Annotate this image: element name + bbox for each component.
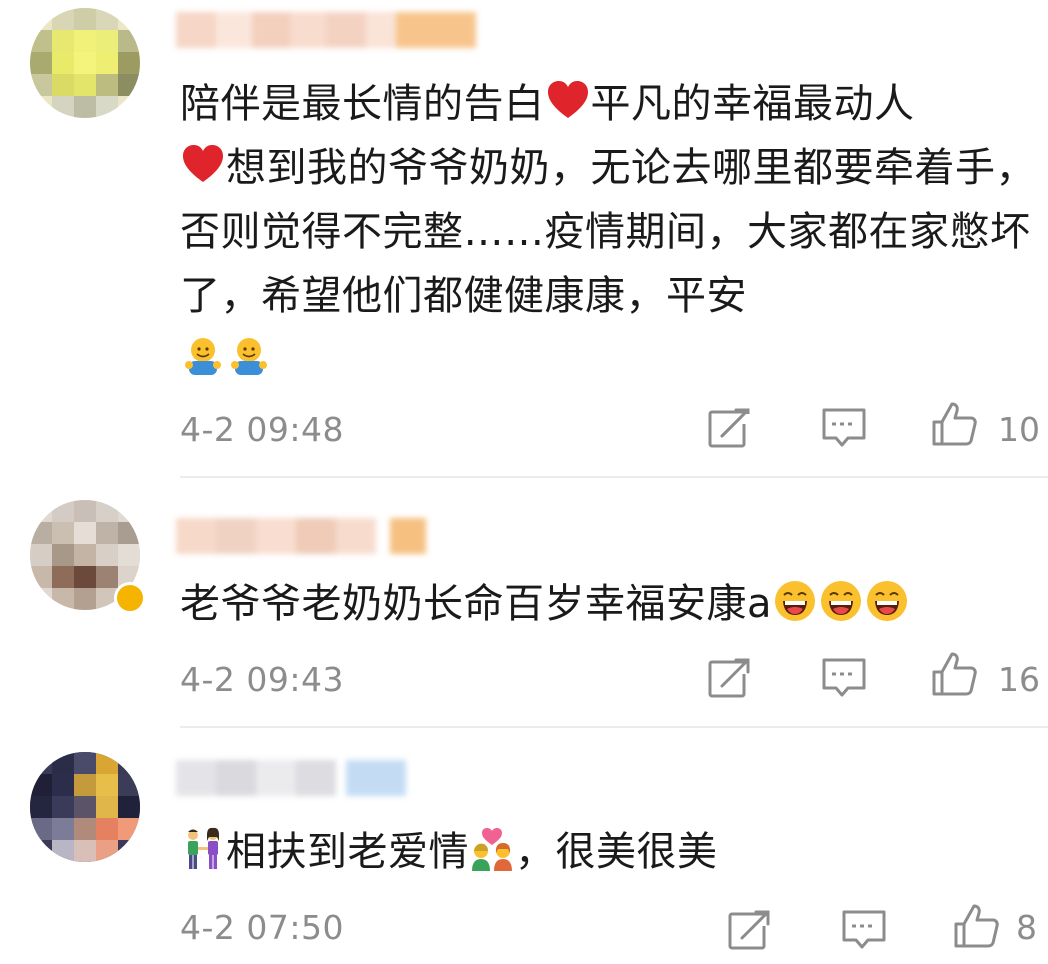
comment-text-part: 平凡的幸福最动人 (590, 81, 915, 127)
like-count: 16 (998, 660, 1040, 699)
share-icon[interactable] (726, 906, 774, 954)
red-heart-emoji (547, 81, 588, 118)
comment-text: 陪伴是最长情的告白 平凡的幸福最动人想到我的爷爷奶奶，无论去哪里都要牵着手，否则觉… (180, 72, 1040, 392)
verified-badge-icon (114, 582, 146, 614)
username-blurred[interactable] (176, 760, 416, 800)
comment-item: 老爷爷老奶奶长命百岁幸福安康a 4-2 09:43 16 (0, 478, 1048, 728)
comment-text-part: 想到我的爷爷奶奶，无论去哪里都要牵着手，否则觉得不完整……疫情期间，大家都在家憋… (180, 145, 1036, 319)
share-icon[interactable] (706, 404, 754, 452)
timestamp: 4-2 09:48 (180, 410, 344, 449)
avatar[interactable] (30, 8, 140, 118)
timestamp: 4-2 07:50 (180, 908, 344, 947)
username-blurred[interactable] (176, 518, 436, 558)
like-count: 10 (998, 410, 1040, 449)
hug-emoji (231, 338, 267, 375)
like-count: 8 (1016, 908, 1037, 947)
hug-emoji (185, 338, 221, 375)
comment-text-part: ，很美很美 (515, 829, 718, 875)
couple-with-heart-emoji (472, 828, 512, 871)
comment-icon[interactable] (820, 404, 868, 452)
thumbs-up-icon[interactable] (952, 902, 1000, 950)
timestamp: 4-2 09:43 (180, 660, 344, 699)
laughing-emoji (821, 581, 862, 621)
couple-holding-hands-emoji (188, 827, 219, 869)
comment-text: 老爷爷老奶奶长命百岁幸福安康a (180, 572, 1040, 636)
laughing-emoji (775, 581, 816, 621)
thumbs-up-icon[interactable] (930, 650, 978, 698)
comment-icon[interactable] (840, 906, 888, 954)
comment-text-part: 老爷爷老奶奶长命百岁幸福安康a (180, 581, 773, 627)
username-blurred[interactable] (176, 12, 496, 52)
comment-item: 相扶到老爱情 ，很美很美 4-2 07:50 8 (0, 728, 1048, 964)
comment-item: 陪伴是最长情的告白 平凡的幸福最动人想到我的爷爷奶奶，无论去哪里都要牵着手，否则觉… (0, 0, 1048, 478)
comment-icon[interactable] (820, 654, 868, 702)
avatar[interactable] (30, 752, 140, 862)
comment-text: 相扶到老爱情 ，很美很美 (180, 820, 1040, 884)
comment-text-part: 相扶到老爱情 (226, 829, 469, 875)
red-heart-emoji (183, 145, 223, 182)
comment-text-part: 陪伴是最长情的告白 (180, 81, 545, 127)
thumbs-up-icon[interactable] (930, 400, 978, 448)
share-icon[interactable] (706, 654, 754, 702)
laughing-emoji (867, 581, 908, 621)
